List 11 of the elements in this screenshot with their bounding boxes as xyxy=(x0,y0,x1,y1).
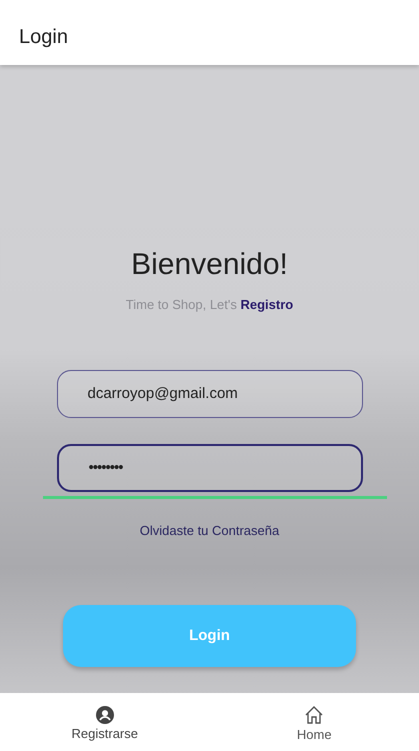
forgot-password-link[interactable]: Olvidaste tu Contraseña xyxy=(140,522,280,538)
password-field[interactable]: •••••••• xyxy=(56,444,362,492)
app-bar-title: Login xyxy=(19,26,68,48)
home-icon xyxy=(304,705,324,726)
person-icon xyxy=(96,706,114,724)
register-link[interactable]: Registro xyxy=(240,297,294,312)
welcome-heading: Bienvenido! xyxy=(131,248,288,281)
nav-item[interactable]: Registrarse xyxy=(0,693,210,751)
tagline-text: Time to Shop, Let's xyxy=(126,297,237,312)
email-field[interactable]: dcarroyop@gmail.com xyxy=(56,370,362,418)
nav-item[interactable]: Home xyxy=(210,693,419,751)
